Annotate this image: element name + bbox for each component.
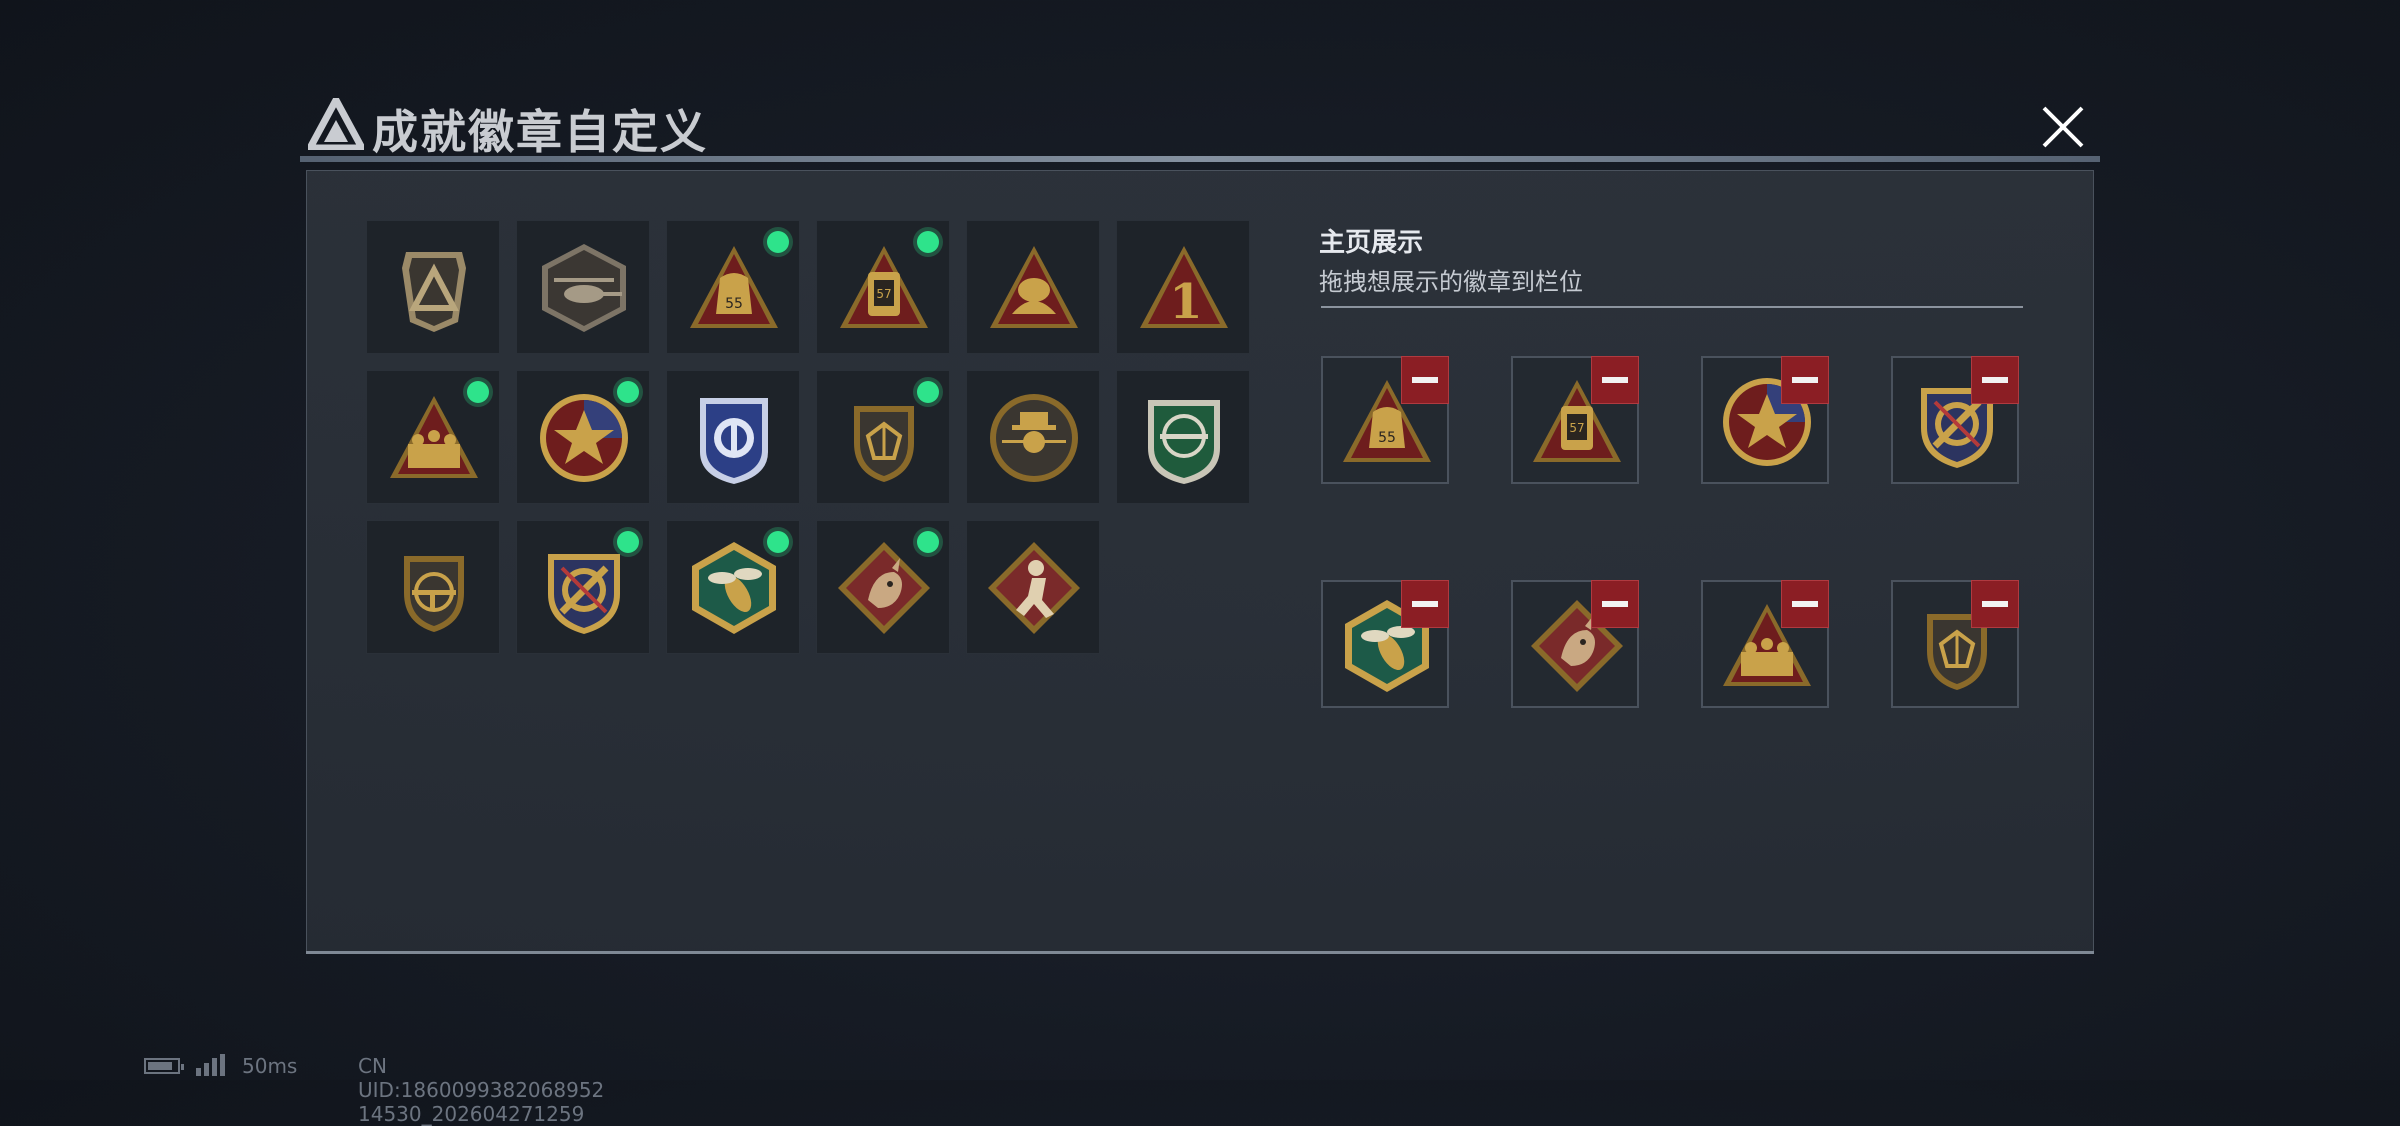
badge-cell[interactable] bbox=[516, 520, 650, 654]
showcase-slot[interactable]: 55 bbox=[1321, 356, 1449, 484]
badge-cell[interactable] bbox=[516, 370, 650, 504]
remove-badge-button[interactable] bbox=[1401, 580, 1449, 628]
badge-cell[interactable] bbox=[666, 520, 800, 654]
badge-cell[interactable] bbox=[516, 220, 650, 354]
showcase-subtitle: 拖拽想展示的徽章到栏位 bbox=[1319, 268, 1583, 296]
new-indicator-dot bbox=[917, 231, 939, 253]
new-indicator-dot bbox=[767, 531, 789, 553]
svg-text:55: 55 bbox=[725, 296, 743, 312]
panel-bottom-border bbox=[306, 951, 2094, 954]
badge-cell[interactable]: 1 bbox=[1116, 220, 1250, 354]
badge-cell[interactable]: 55 bbox=[666, 220, 800, 354]
squad-badge-icon bbox=[390, 396, 478, 478]
showcase-slot[interactable] bbox=[1701, 356, 1829, 484]
badge-cell[interactable] bbox=[1116, 370, 1250, 504]
remove-badge-button[interactable] bbox=[1971, 580, 2019, 628]
badge-cell[interactable] bbox=[966, 220, 1100, 354]
showcase-slot[interactable] bbox=[1891, 580, 2019, 708]
showcase-divider bbox=[1321, 306, 2023, 308]
showcase-slot[interactable] bbox=[1701, 580, 1829, 708]
badge-cell[interactable] bbox=[966, 520, 1100, 654]
badge-cell[interactable] bbox=[366, 370, 500, 504]
showcase-slot[interactable] bbox=[1511, 580, 1639, 708]
minus-icon bbox=[1602, 601, 1628, 607]
badge-cell[interactable] bbox=[366, 220, 500, 354]
helicopter-badge-icon bbox=[542, 244, 626, 332]
triangle-logo-badge-icon bbox=[402, 252, 466, 332]
star-shield-badge-icon bbox=[540, 394, 628, 482]
badge-cell[interactable] bbox=[366, 520, 500, 654]
runner-badge-icon bbox=[988, 542, 1080, 634]
bag-55-badge-icon: 55 bbox=[690, 246, 778, 328]
remove-badge-button[interactable] bbox=[1971, 356, 2019, 404]
canister-57-badge-icon: 57 bbox=[840, 246, 928, 328]
agent-badge-icon bbox=[990, 394, 1078, 482]
title-divider bbox=[300, 156, 2100, 162]
close-icon[interactable] bbox=[2036, 100, 2090, 154]
minus-icon bbox=[1792, 377, 1818, 383]
showcase-slot[interactable] bbox=[1891, 356, 2019, 484]
dragon-badge-icon bbox=[838, 542, 930, 634]
svg-text:55: 55 bbox=[1378, 430, 1396, 446]
new-indicator-dot bbox=[917, 531, 939, 553]
minus-icon bbox=[1412, 377, 1438, 383]
gem-shield-badge-icon bbox=[854, 406, 914, 482]
uid-text: CN UID:1860099382068952 14530_2026042712… bbox=[358, 1054, 605, 1126]
remove-badge-button[interactable] bbox=[1591, 580, 1639, 628]
svg-text:57: 57 bbox=[1569, 421, 1584, 435]
blue-emblem-badge-icon bbox=[700, 398, 768, 484]
showcase-title: 主页展示 bbox=[1319, 228, 1424, 258]
remove-badge-button[interactable] bbox=[1591, 356, 1639, 404]
latency-text: 50ms bbox=[242, 1054, 298, 1078]
green-rifle-badge-icon bbox=[1148, 400, 1220, 484]
hornet-badge-icon bbox=[692, 542, 776, 634]
new-indicator-dot bbox=[467, 381, 489, 403]
badge-cell[interactable] bbox=[816, 370, 950, 504]
number-one-badge-icon: 1 bbox=[1140, 246, 1228, 330]
svg-text:57: 57 bbox=[876, 287, 891, 301]
minus-icon bbox=[1982, 377, 2008, 383]
new-indicator-dot bbox=[617, 531, 639, 553]
svg-text:1: 1 bbox=[1169, 274, 1202, 330]
badge-cell[interactable]: 57 bbox=[816, 220, 950, 354]
showcase-slot[interactable] bbox=[1321, 580, 1449, 708]
minus-icon bbox=[1602, 377, 1628, 383]
game-logo-icon bbox=[308, 98, 364, 150]
signal-icon bbox=[196, 1054, 225, 1076]
crossed-sword-badge-icon bbox=[548, 554, 620, 634]
badge-cell[interactable] bbox=[966, 370, 1100, 504]
remove-badge-button[interactable] bbox=[1401, 356, 1449, 404]
showcase-slot[interactable]: 57 bbox=[1511, 356, 1639, 484]
badge-cell[interactable] bbox=[816, 520, 950, 654]
battery-icon bbox=[144, 1058, 184, 1074]
title-bar: 成就徽章自定义 bbox=[300, 90, 2100, 162]
badge-cell[interactable] bbox=[666, 370, 800, 504]
new-indicator-dot bbox=[767, 231, 789, 253]
new-indicator-dot bbox=[917, 381, 939, 403]
minus-icon bbox=[1792, 601, 1818, 607]
minus-icon bbox=[1982, 601, 2008, 607]
new-indicator-dot bbox=[617, 381, 639, 403]
tent-badge-icon bbox=[990, 246, 1078, 328]
minus-icon bbox=[1412, 601, 1438, 607]
remove-badge-button[interactable] bbox=[1781, 580, 1829, 628]
window-title: 成就徽章自定义 bbox=[372, 105, 708, 159]
remove-badge-button[interactable] bbox=[1781, 356, 1829, 404]
rifle-shield-badge-icon bbox=[404, 556, 464, 632]
